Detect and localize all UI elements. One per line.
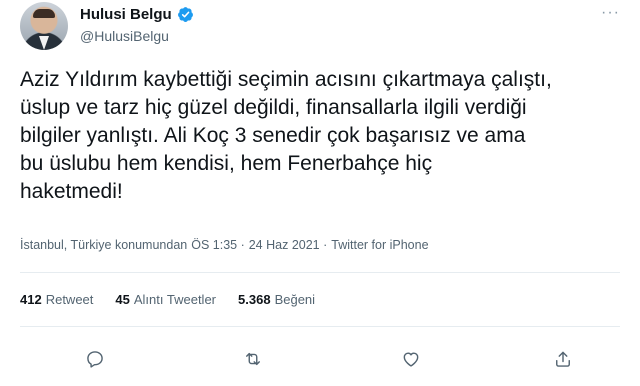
heart-icon <box>403 352 419 367</box>
tweet-time[interactable]: ÖS 1:35 · <box>191 238 245 252</box>
reply-button[interactable] <box>82 346 108 372</box>
reply-icon <box>87 351 103 368</box>
author-name-row: Hulusi Belgu <box>80 6 194 23</box>
divider <box>20 326 620 327</box>
tweet-card: Hulusi Belgu @HulusiBelgu ··· Aziz Yıldı… <box>0 0 640 386</box>
like-label: Beğeni <box>274 292 316 307</box>
like-stat[interactable]: 5.368 Beğeni <box>238 292 315 307</box>
verified-badge-icon <box>177 7 193 22</box>
avatar-hair <box>33 9 55 18</box>
tweet-actions <box>20 344 620 374</box>
retweet-stat[interactable]: 412 Retweet <box>20 292 93 307</box>
tweet-header: Hulusi Belgu @HulusiBelgu ··· <box>20 2 620 58</box>
retweet-count: 412 <box>20 292 42 307</box>
retweet-label: Retweet <box>45 292 94 307</box>
divider <box>20 272 620 273</box>
retweet-button[interactable] <box>240 346 266 372</box>
tweet-client[interactable]: Twitter for iPhone <box>331 238 428 252</box>
tweet-stats: 412 Retweet 45 Alıntı Tweetler 5.368 Beğeni <box>20 292 315 307</box>
quote-count: 45 <box>115 292 130 307</box>
share-icon <box>556 351 570 367</box>
share-button[interactable] <box>550 346 576 372</box>
tweet-meta: İstanbul, Türkiye konumundan ÖS 1:35 · 2… <box>20 238 429 252</box>
tweet-text: Aziz Yıldırım kaybettiği seçimin acısını… <box>20 68 552 203</box>
quote-stat[interactable]: 45 Alıntı Tweetler <box>115 292 216 307</box>
author-handle[interactable]: @HulusiBelgu <box>80 28 169 44</box>
quote-label: Alıntı Tweetler <box>133 292 217 307</box>
author-name[interactable]: Hulusi Belgu <box>80 6 172 23</box>
tweet-date[interactable]: 24 Haz 2021 · <box>249 238 328 252</box>
like-count: 5.368 <box>238 292 271 307</box>
like-button[interactable] <box>398 346 424 372</box>
retweet-icon <box>246 352 260 366</box>
more-options-icon[interactable]: ··· <box>601 4 620 22</box>
avatar-shirt <box>39 36 49 50</box>
tweet-location: İstanbul, Türkiye konumundan <box>20 238 188 252</box>
avatar[interactable] <box>20 2 68 50</box>
